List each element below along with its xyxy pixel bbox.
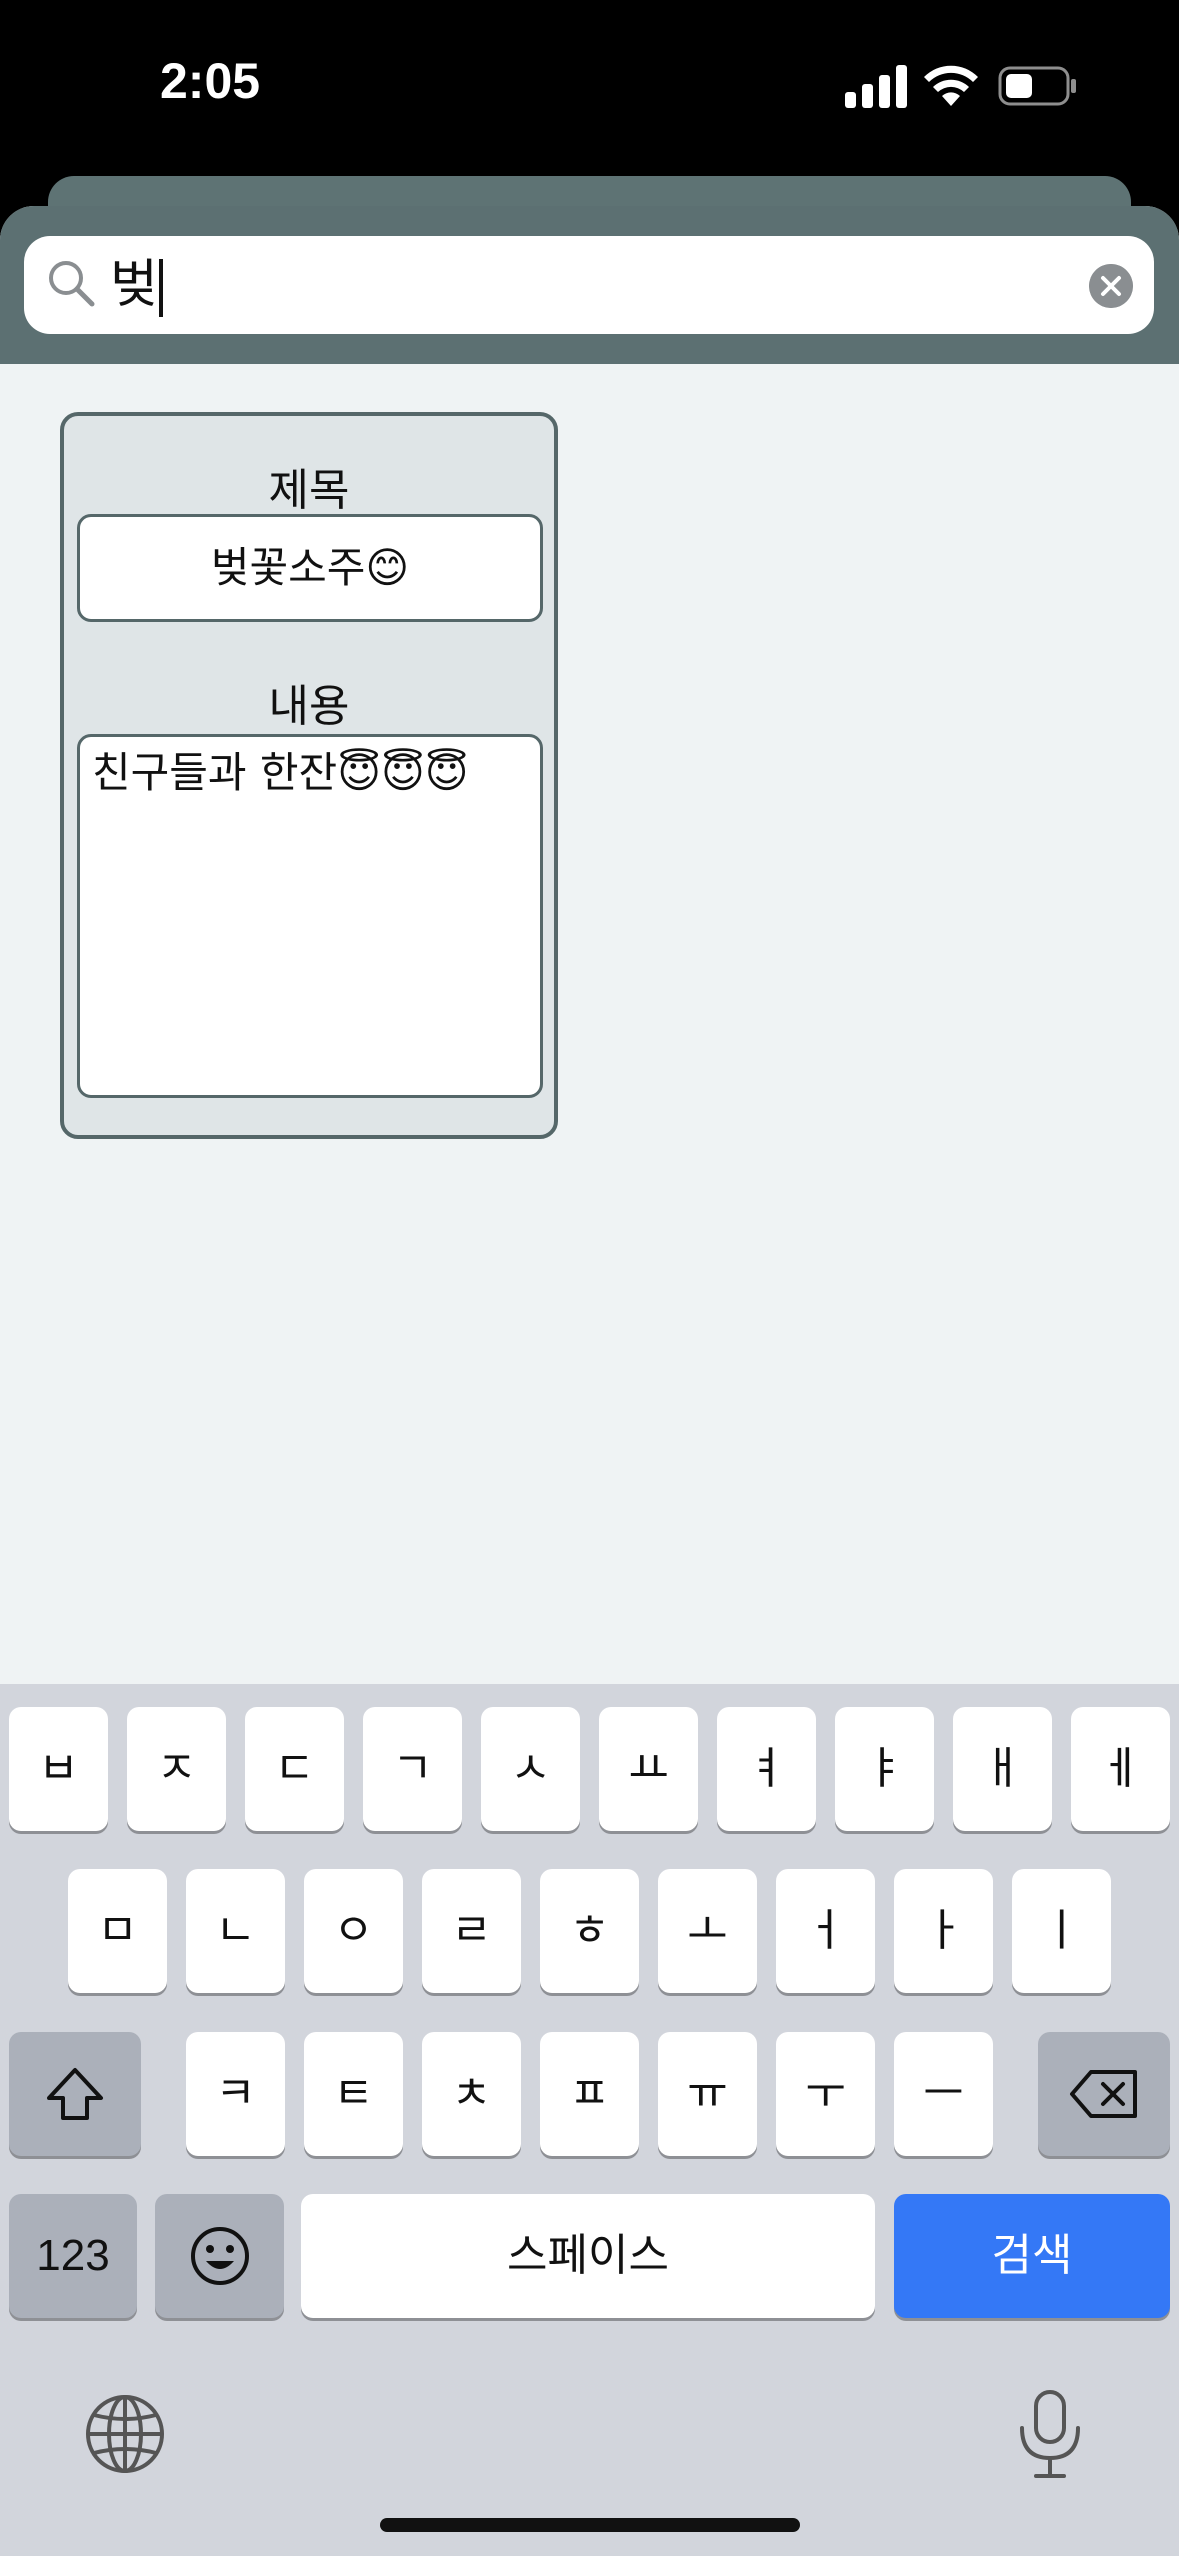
key[interactable]: ㅣ	[1012, 1869, 1111, 1993]
memo-card[interactable]: 제목 벚꽃소주😊 내용 친구들과 한잔😇😇😇	[60, 412, 558, 1139]
shift-icon	[47, 2068, 103, 2120]
key[interactable]: ㅠ	[658, 2032, 757, 2156]
content-label: 내용	[268, 681, 350, 732]
status-bar: 2:05	[0, 0, 1179, 180]
search-query-wrap: 벚	[110, 254, 163, 317]
backspace-icon	[1070, 2070, 1137, 2118]
key[interactable]: ㅌ	[304, 2032, 403, 2156]
search-query-text: 벚	[110, 255, 158, 315]
search-header: 벚	[0, 206, 1179, 364]
backspace-key[interactable]	[1038, 2032, 1170, 2156]
key[interactable]: ㅕ	[717, 1707, 816, 1831]
key[interactable]: ㅓ	[776, 1869, 875, 1993]
cellular-signal-icon	[845, 64, 907, 108]
key[interactable]: ㄴ	[186, 1869, 285, 1993]
emoji-key[interactable]	[155, 2194, 284, 2318]
battery-icon	[998, 66, 1076, 106]
content-field[interactable]: 친구들과 한잔😇😇😇	[77, 734, 543, 1098]
wifi-icon	[924, 65, 978, 106]
search-key[interactable]: 검색	[894, 2194, 1170, 2318]
key[interactable]: ㅈ	[127, 1707, 226, 1831]
key[interactable]: ㅂ	[9, 1707, 108, 1831]
key[interactable]: ㅍ	[540, 2032, 639, 2156]
status-time: 2:05	[160, 53, 261, 109]
magnifier-icon	[49, 261, 95, 307]
key[interactable]: ㅗ	[658, 1869, 757, 1993]
key[interactable]: ㄹ	[422, 1869, 521, 1993]
title-field[interactable]: 벚꽃소주😊	[77, 514, 543, 622]
emoji-icon	[190, 2227, 249, 2285]
title-label: 제목	[268, 465, 350, 516]
home-indicator[interactable]	[380, 2518, 800, 2532]
microphone-icon[interactable]	[1010, 2388, 1090, 2482]
key[interactable]: ㅜ	[776, 2032, 875, 2156]
globe-icon[interactable]	[84, 2393, 166, 2475]
key[interactable]: ㅁ	[68, 1869, 167, 1993]
key[interactable]: ㅔ	[1071, 1707, 1170, 1831]
keyboard: ㅂ ㅈ ㄷ ㄱ ㅅ ㅛ ㅕ ㅑ ㅐ ㅔ ㅁ ㄴ ㅇ ㄹ ㅎ ㅗ ㅓ ㅏ ㅣ ㅋ …	[0, 1684, 1179, 2556]
key[interactable]: ㅋ	[186, 2032, 285, 2156]
key[interactable]: ㅏ	[894, 1869, 993, 1993]
space-key[interactable]: 스페이스	[301, 2194, 875, 2318]
key[interactable]: ㅐ	[953, 1707, 1052, 1831]
key[interactable]: ㄷ	[245, 1707, 344, 1831]
shift-key[interactable]	[9, 2032, 141, 2156]
key[interactable]: ㅎ	[540, 1869, 639, 1993]
clear-icon[interactable]	[1089, 264, 1133, 308]
search-input[interactable]: 벚	[24, 236, 1154, 334]
key[interactable]: ㅑ	[835, 1707, 934, 1831]
key[interactable]: ㄱ	[363, 1707, 462, 1831]
text-caret	[158, 259, 163, 317]
key[interactable]: ㅡ	[894, 2032, 993, 2156]
key[interactable]: ㅅ	[481, 1707, 580, 1831]
key[interactable]: ㅊ	[422, 2032, 521, 2156]
numbers-key[interactable]: 123	[9, 2194, 137, 2318]
key[interactable]: ㅛ	[599, 1707, 698, 1831]
key[interactable]: ㅇ	[304, 1869, 403, 1993]
